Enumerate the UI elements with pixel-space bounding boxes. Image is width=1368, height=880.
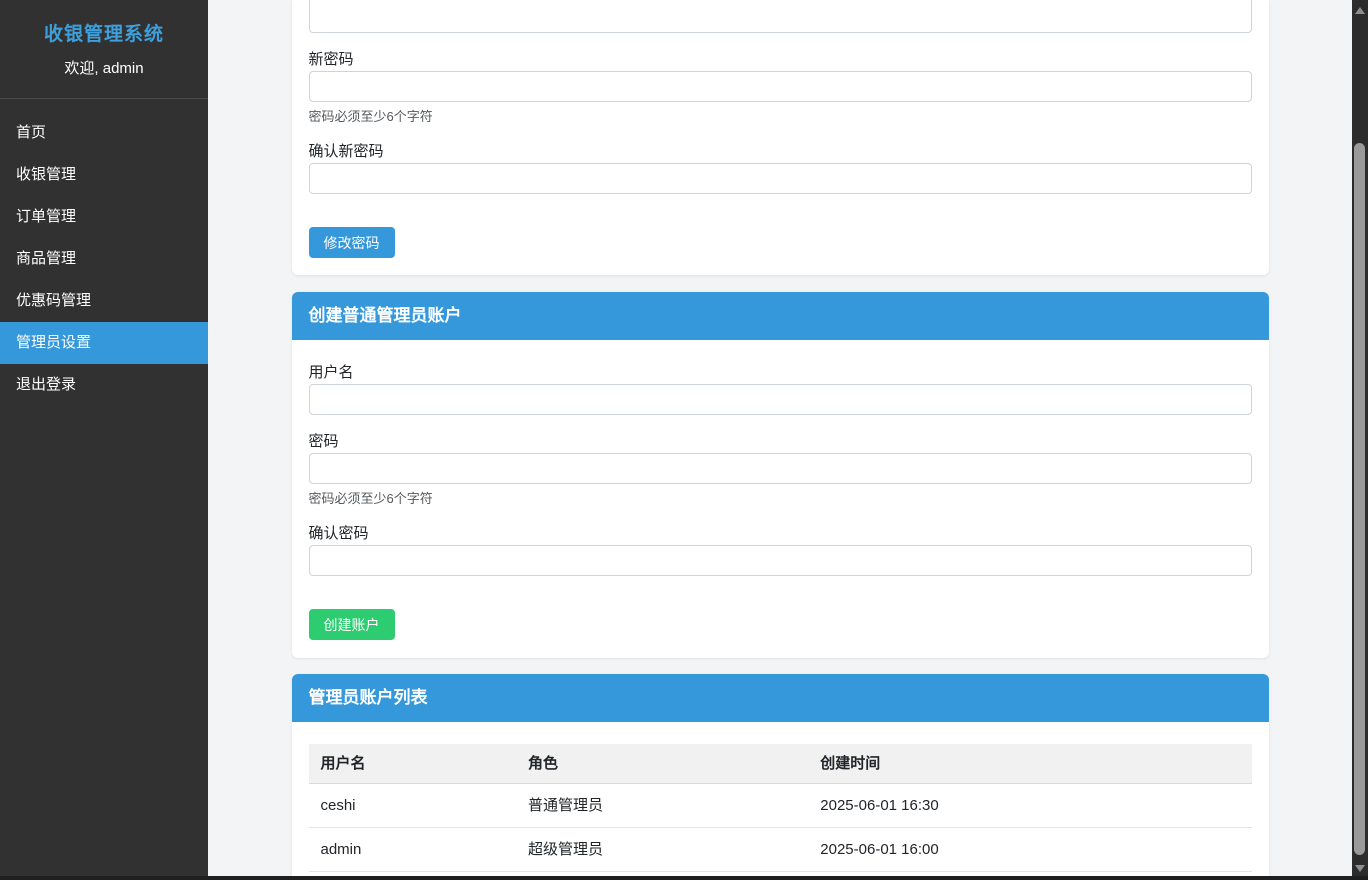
cell-username: admin bbox=[308, 827, 516, 872]
sidebar: 收银管理系统 欢迎, admin 首页 收银管理 订单管理 商品管理 优惠码管理… bbox=[0, 0, 208, 876]
scroll-down-icon[interactable] bbox=[1355, 865, 1365, 872]
new-password-label: 新密码 bbox=[308, 51, 354, 68]
cell-role: 普通管理员 bbox=[515, 783, 809, 828]
password-label: 密码 bbox=[308, 433, 339, 450]
scroll-up-icon[interactable] bbox=[1355, 7, 1365, 14]
cell-created-time: 2025-06-01 16:00 bbox=[808, 827, 1252, 872]
welcome-text: 欢迎, admin bbox=[64, 60, 144, 77]
create-account-button[interactable]: 创建账户 bbox=[308, 609, 395, 640]
create-admin-card-title: 创建普通管理员账户 bbox=[291, 292, 1269, 340]
confirm-password-input[interactable] bbox=[308, 545, 1252, 576]
cell-role: 超级管理员 bbox=[515, 827, 809, 872]
sidebar-nav: 首页 收银管理 订单管理 商品管理 优惠码管理 管理员设置 退出登录 bbox=[0, 112, 208, 406]
cell-username: ceshi bbox=[308, 783, 516, 828]
username-label: 用户名 bbox=[308, 364, 354, 381]
admin-accounts-table: 用户名 角色 创建时间 ceshi 普通管理员 2025-06-01 16:30… bbox=[308, 744, 1252, 872]
password-help: 密码必须至少6个字符 bbox=[308, 491, 433, 506]
sidebar-item-cashier[interactable]: 收银管理 bbox=[0, 154, 208, 196]
content-column: 新密码 密码必须至少6个字符 确认新密码 修改密码 创建普通管理员账户 用户名 … bbox=[291, 0, 1269, 876]
password-input[interactable] bbox=[308, 453, 1252, 484]
confirm-new-password-input[interactable] bbox=[308, 163, 1252, 194]
sidebar-item-products[interactable]: 商品管理 bbox=[0, 238, 208, 280]
sidebar-item-coupons[interactable]: 优惠码管理 bbox=[0, 280, 208, 322]
change-password-button[interactable]: 修改密码 bbox=[308, 227, 395, 258]
column-header-created-time: 创建时间 bbox=[808, 744, 1252, 784]
table-header-row: 用户名 角色 创建时间 bbox=[308, 744, 1252, 784]
admin-list-card-title: 管理员账户列表 bbox=[291, 674, 1269, 722]
create-admin-card: 创建普通管理员账户 用户名 密码 密码必须至少6个字符 确认密码 创建账户 bbox=[291, 292, 1269, 658]
confirm-password-label: 确认密码 bbox=[308, 525, 369, 542]
table-row: ceshi 普通管理员 2025-06-01 16:30 bbox=[308, 783, 1252, 828]
app-title: 收银管理系统 bbox=[43, 24, 164, 45]
cell-created-time: 2025-06-01 16:30 bbox=[808, 783, 1252, 828]
new-password-input[interactable] bbox=[308, 71, 1252, 102]
confirm-new-password-label: 确认新密码 bbox=[308, 143, 384, 160]
column-header-username: 用户名 bbox=[308, 744, 516, 784]
vertical-scrollbar[interactable] bbox=[1352, 0, 1368, 880]
sidebar-item-home[interactable]: 首页 bbox=[0, 112, 208, 154]
admin-list-card: 管理员账户列表 用户名 角色 创建时间 ceshi 普通管理员 2025-06-… bbox=[291, 674, 1269, 876]
username-input[interactable] bbox=[308, 384, 1252, 415]
sidebar-item-logout[interactable]: 退出登录 bbox=[0, 364, 208, 406]
change-password-card: 新密码 密码必须至少6个字符 确认新密码 修改密码 bbox=[291, 0, 1269, 275]
sidebar-item-orders[interactable]: 订单管理 bbox=[0, 196, 208, 238]
window-bottom-edge bbox=[0, 876, 1368, 880]
sidebar-item-admin-settings[interactable]: 管理员设置 bbox=[0, 322, 208, 364]
sidebar-header: 收银管理系统 欢迎, admin bbox=[0, 0, 208, 99]
scrollbar-thumb[interactable] bbox=[1354, 143, 1365, 855]
current-password-input[interactable] bbox=[308, 0, 1252, 33]
main-area: 新密码 密码必须至少6个字符 确认新密码 修改密码 创建普通管理员账户 用户名 … bbox=[208, 0, 1352, 876]
column-header-role: 角色 bbox=[515, 744, 809, 784]
table-row: admin 超级管理员 2025-06-01 16:00 bbox=[308, 827, 1252, 872]
new-password-help: 密码必须至少6个字符 bbox=[308, 109, 433, 124]
